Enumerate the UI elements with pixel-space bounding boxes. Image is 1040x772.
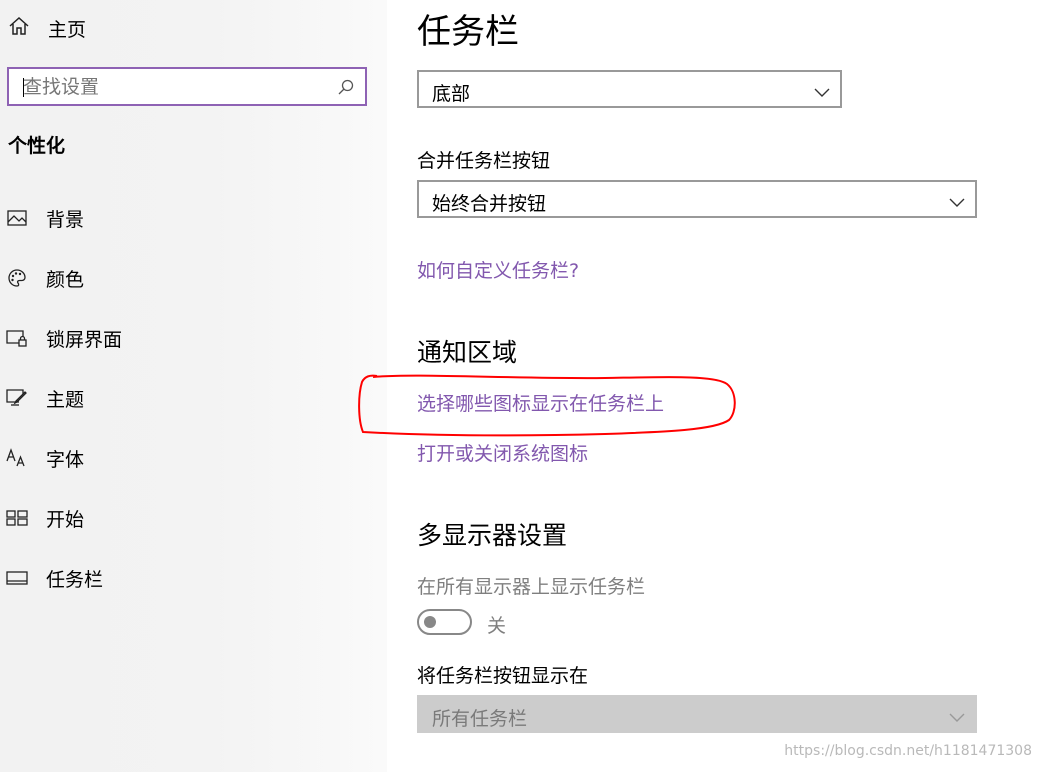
customize-taskbar-link[interactable]: 如何自定义任务栏? (417, 256, 579, 283)
sidebar-item-label: 任务栏 (46, 568, 104, 591)
notification-area-heading: 通知区域 (417, 338, 518, 367)
sidebar-item-label: 主题 (46, 388, 85, 411)
taskbar-position-dropdown[interactable]: 底部 (417, 70, 842, 108)
sidebar-item-fonts[interactable]: 字体 (0, 438, 387, 478)
dropdown-value: 所有任务栏 (432, 708, 528, 730)
sidebar-item-label: 锁屏界面 (46, 328, 123, 351)
theme-icon (6, 388, 28, 408)
search-input[interactable] (9, 69, 365, 104)
font-icon (6, 448, 28, 468)
start-icon (6, 510, 28, 526)
sidebar-item-label: 背景 (46, 208, 85, 231)
lockscreen-icon (6, 329, 28, 347)
sidebar-item-colors[interactable]: 颜色 (0, 258, 387, 298)
sidebar-item-label: 开始 (46, 508, 85, 531)
taskbar-icon (6, 571, 28, 585)
show-buttons-on-dropdown[interactable]: 所有任务栏 (417, 695, 977, 733)
sidebar-item-taskbar[interactable]: 任务栏 (0, 558, 387, 598)
sidebar-item-start[interactable]: 开始 (0, 498, 387, 538)
search-box[interactable] (7, 67, 367, 106)
search-icon[interactable] (337, 78, 355, 100)
chevron-down-icon (949, 193, 965, 212)
sidebar-item-themes[interactable]: 主题 (0, 378, 387, 418)
text-caret (23, 78, 24, 97)
home-nav-item[interactable]: 主页 (8, 14, 86, 42)
sidebar-item-label: 颜色 (46, 268, 85, 291)
multiple-displays-heading: 多显示器设置 (417, 521, 568, 550)
system-icons-link[interactable]: 打开或关闭系统图标 (417, 439, 588, 466)
sidebar-item-label: 字体 (46, 448, 85, 471)
toggle-knob (424, 616, 436, 628)
combine-buttons-dropdown[interactable]: 始终合并按钮 (417, 180, 977, 218)
palette-icon (6, 268, 28, 288)
sidebar-item-background[interactable]: 背景 (0, 198, 387, 238)
dropdown-value: 始终合并按钮 (432, 193, 547, 215)
show-on-all-displays-label: 在所有显示器上显示任务栏 (417, 576, 646, 598)
chevron-down-icon (949, 708, 965, 727)
red-annotation-circle (358, 374, 736, 437)
dropdown-value: 底部 (432, 83, 471, 105)
show-buttons-on-label: 将任务栏按钮显示在 (417, 665, 589, 687)
toggle-state-label: 关 (487, 615, 507, 637)
combine-buttons-label: 合并任务栏按钮 (417, 150, 551, 172)
sidebar-item-lockscreen[interactable]: 锁屏界面 (0, 318, 387, 358)
home-icon (8, 15, 30, 41)
section-title: 个性化 (8, 135, 66, 157)
chevron-down-icon (814, 83, 830, 102)
image-icon (6, 210, 28, 226)
sidebar: 主页 个性化 背景 颜色 锁屏界面 (0, 0, 387, 772)
page-title: 任务栏 (417, 12, 519, 52)
home-label: 主页 (48, 18, 87, 41)
watermark: https://blog.csdn.net/h1181471308 (784, 743, 1032, 759)
show-on-all-displays-toggle[interactable] (417, 609, 472, 635)
